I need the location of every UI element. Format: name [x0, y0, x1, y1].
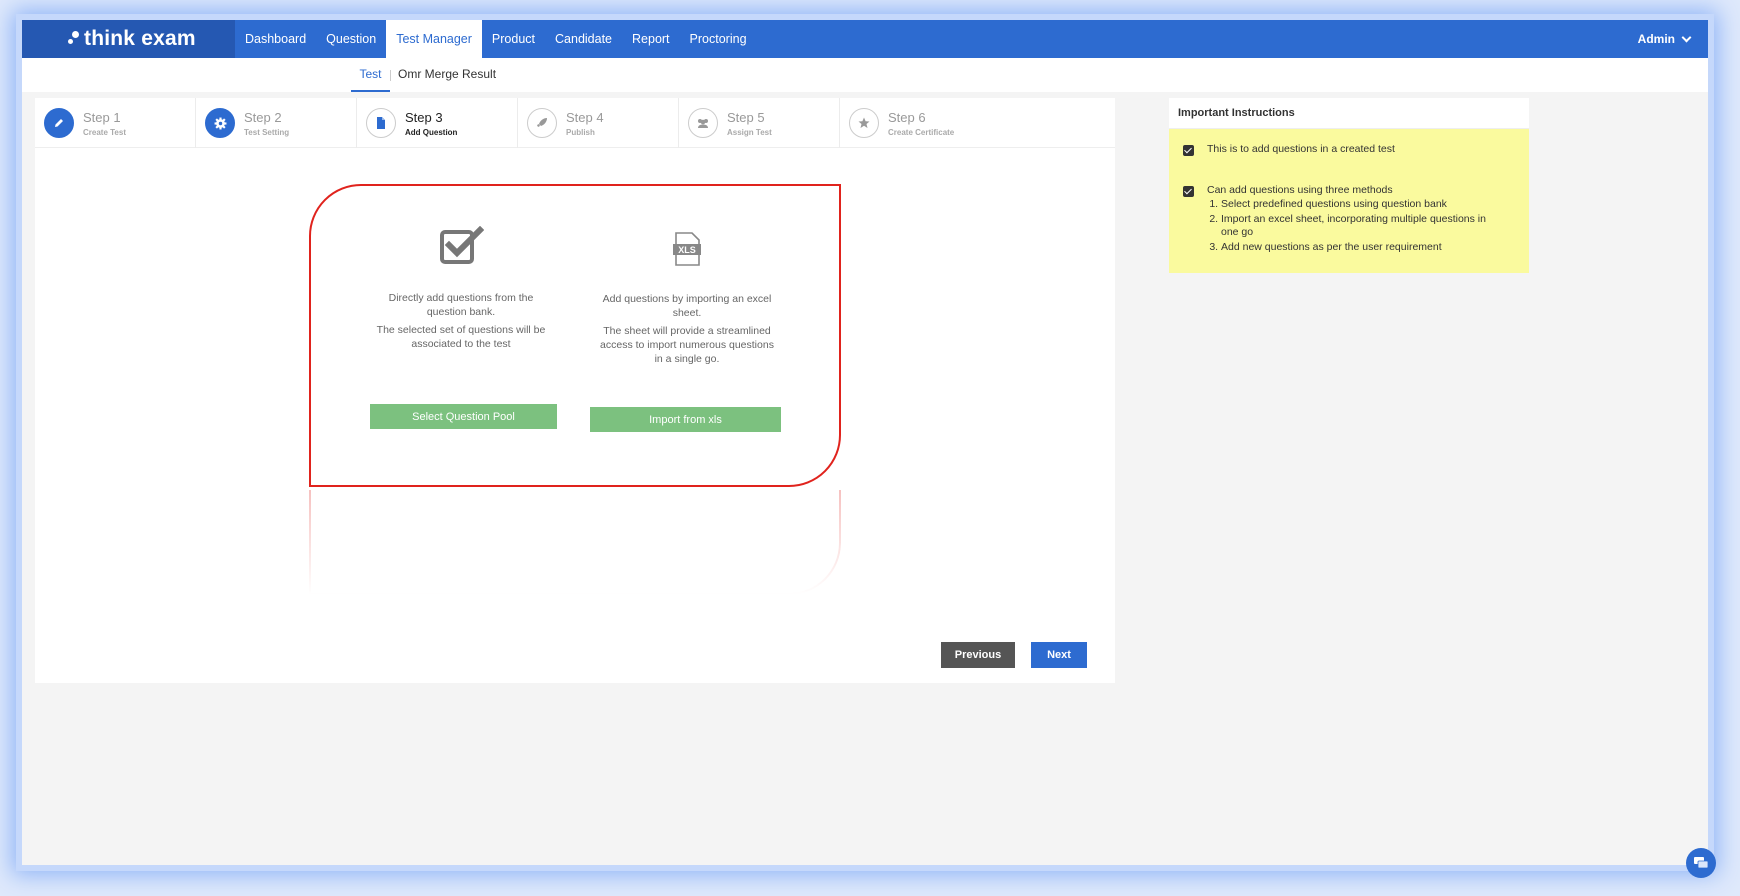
chat-icon[interactable] — [1686, 848, 1716, 878]
next-button[interactable]: Next — [1031, 642, 1087, 668]
star-icon — [849, 108, 879, 138]
method-item: Import an excel sheet, incorporating mul… — [1221, 213, 1499, 239]
checkbox-icon — [1183, 145, 1194, 156]
instruction-2: Can add questions using three methods — [1207, 184, 1393, 196]
nav-question[interactable]: Question — [316, 20, 386, 58]
import-xls-option: XLS Add questions by importing an excel … — [597, 232, 777, 366]
step-subtitle: Add Question — [405, 128, 458, 137]
main-panel: Step 1 Create Test Step 2 Test Setting S… — [35, 98, 1115, 683]
step-6[interactable]: Step 6 Create Certificate — [840, 98, 1001, 148]
stepper: Step 1 Create Test Step 2 Test Setting S… — [35, 98, 1115, 148]
step-title: Step 3 — [405, 110, 443, 125]
tab-omr-merge-result[interactable]: Omr Merge Result — [398, 58, 496, 92]
gear-icon — [205, 108, 235, 138]
card-reflection — [309, 490, 841, 595]
instruction-1: This is to add questions in a created te… — [1207, 143, 1395, 155]
tab-divider — [390, 70, 391, 81]
xls-note: The sheet will provide a streamlined acc… — [600, 325, 774, 365]
step-subtitle: Test Setting — [244, 128, 290, 137]
instructions-title: Important Instructions — [1169, 98, 1529, 129]
app-window: think exam Dashboard Question Test Manag… — [22, 20, 1708, 865]
nav-proctoring[interactable]: Proctoring — [680, 20, 757, 58]
tab-test[interactable]: Test — [351, 58, 390, 92]
nav-menu: Dashboard Question Test Manager Product … — [235, 20, 757, 58]
step-title: Step 1 — [83, 110, 121, 125]
brand-logo[interactable]: think exam — [22, 20, 235, 58]
step-title: Step 6 — [888, 110, 926, 125]
file-icon — [366, 108, 396, 138]
instructions-panel: Important Instructions This is to add qu… — [1169, 98, 1529, 273]
nav-report[interactable]: Report — [622, 20, 680, 58]
step-subtitle: Publish — [566, 128, 595, 137]
checkbox-icon — [1183, 186, 1194, 197]
step-1[interactable]: Step 1 Create Test — [35, 98, 196, 148]
step-subtitle: Create Test — [83, 128, 126, 137]
users-icon — [688, 108, 718, 138]
method-item: Add new questions as per the user requir… — [1221, 241, 1499, 254]
step-5[interactable]: Step 5 Assign Test — [679, 98, 840, 148]
step-title: Step 2 — [244, 110, 282, 125]
add-question-options-card: Directly add questions from the question… — [309, 184, 841, 487]
chevron-down-icon — [1681, 32, 1692, 42]
xls-description: Add questions by importing an excel shee… — [602, 293, 772, 319]
user-name: Admin — [1637, 32, 1675, 46]
step-title: Step 5 — [727, 110, 765, 125]
pencil-icon — [44, 108, 74, 138]
nav-product[interactable]: Product — [482, 20, 545, 58]
rocket-icon — [527, 108, 557, 138]
svg-text:XLS: XLS — [678, 245, 696, 255]
step-3[interactable]: Step 3 Add Question — [357, 98, 518, 148]
methods-list: Select predefined questions using questi… — [1209, 198, 1499, 256]
pool-description: Directly add questions from the question… — [388, 292, 534, 318]
step-4[interactable]: Step 4 Publish — [518, 98, 679, 148]
logo-icon — [68, 31, 80, 47]
nav-dashboard[interactable]: Dashboard — [235, 20, 316, 58]
step-2[interactable]: Step 2 Test Setting — [196, 98, 357, 148]
previous-button[interactable]: Previous — [941, 642, 1015, 668]
nav-candidate[interactable]: Candidate — [545, 20, 622, 58]
user-menu[interactable]: Admin — [1637, 20, 1692, 58]
import-from-xls-button[interactable]: Import from xls — [590, 407, 781, 432]
step-title: Step 4 — [566, 110, 604, 125]
step-subtitle: Assign Test — [727, 128, 772, 137]
pool-note: The selected set of questions will be as… — [376, 324, 546, 350]
instructions-body: This is to add questions in a created te… — [1169, 129, 1529, 273]
sub-nav: Test Omr Merge Result — [22, 58, 1708, 92]
brand-name: think exam — [84, 27, 196, 50]
question-pool-option: Directly add questions from the question… — [371, 226, 551, 351]
method-item: Select predefined questions using questi… — [1221, 198, 1499, 211]
select-question-pool-button[interactable]: Select Question Pool — [370, 404, 557, 429]
xls-file-icon: XLS — [673, 232, 701, 266]
top-nav: think exam Dashboard Question Test Manag… — [22, 20, 1708, 58]
nav-test-manager[interactable]: Test Manager — [386, 20, 482, 58]
checkbox-icon — [440, 226, 484, 264]
step-subtitle: Create Certificate — [888, 128, 955, 137]
